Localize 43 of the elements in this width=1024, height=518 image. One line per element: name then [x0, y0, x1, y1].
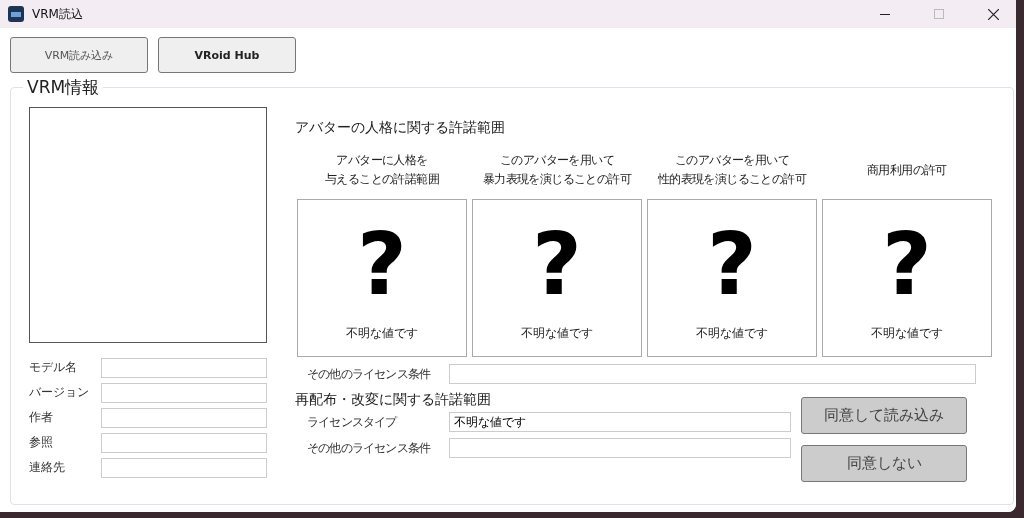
permission-heading: このアバターを用いて	[675, 152, 789, 169]
question-mark: ?	[532, 218, 582, 310]
permission-heading: アバターに人格を	[336, 152, 428, 169]
field-label: バージョン	[29, 384, 90, 401]
permission-value: 不明な値です	[346, 325, 418, 342]
maximize-icon[interactable]	[934, 9, 944, 19]
field-label: その他のライセンス条件	[306, 365, 432, 383]
permission-value: 不明な値です	[696, 325, 768, 342]
action-button[interactable]: 同意しない	[801, 445, 967, 482]
input-field[interactable]: 不明な値です	[449, 412, 791, 432]
permission-heading: 性的表現を演じることの許可	[657, 171, 807, 188]
permission-heading: 暴力表現を演じることの許可	[482, 171, 632, 188]
field-label: ライセンスタイプ	[306, 413, 399, 431]
section-title: 再配布・改変に関する許諾範囲	[295, 391, 492, 409]
permission-heading: 商用利用の許可	[867, 161, 947, 179]
close-icon[interactable]	[987, 8, 999, 20]
input-field[interactable]	[101, 407, 267, 428]
section-title: アバターの人格に関する許諾範囲	[295, 119, 506, 137]
field-label: モデル名	[29, 359, 78, 376]
field-label: 参照	[29, 434, 54, 451]
input-field[interactable]	[449, 364, 976, 384]
toolbar-button[interactable]: VRM読み込み	[10, 37, 148, 73]
input-field[interactable]	[101, 457, 267, 478]
question-mark: ?	[357, 218, 407, 310]
action-button[interactable]: 同意して読み込み	[801, 397, 967, 434]
toolbar-button[interactable]: VRoid Hub	[158, 37, 296, 73]
input-field[interactable]	[101, 357, 267, 378]
field-label: 作者	[29, 409, 54, 426]
field-label: その他のライセンス条件	[306, 439, 432, 457]
question-mark: ?	[882, 218, 932, 310]
question-mark: ?	[707, 218, 757, 310]
window-title: VRM読込	[32, 5, 84, 23]
minimize-icon[interactable]	[880, 13, 890, 15]
permission-value: 不明な値です	[871, 325, 943, 342]
permission-value: 不明な値です	[521, 325, 593, 342]
input-field[interactable]	[101, 432, 267, 453]
permission-heading: このアバターを用いて	[500, 152, 614, 169]
permission-heading: 与えることの許諾範囲	[325, 171, 439, 188]
field-label: 連絡先	[29, 459, 66, 476]
app-icon	[8, 6, 24, 22]
input-field[interactable]	[101, 382, 267, 403]
group-title: VRM情報	[26, 79, 101, 95]
input-field[interactable]	[449, 438, 791, 458]
